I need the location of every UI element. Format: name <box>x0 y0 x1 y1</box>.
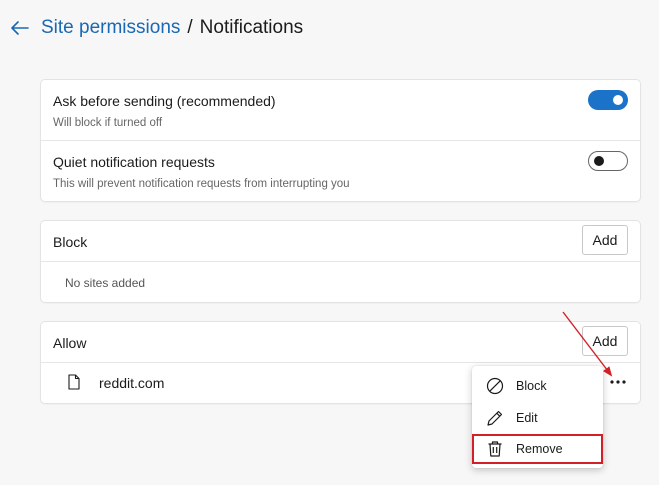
more-icon <box>610 380 626 384</box>
menu-item-label: Block <box>516 379 547 393</box>
allow-section-header: Allow Add <box>41 322 640 363</box>
more-options-button[interactable] <box>606 372 630 392</box>
block-icon <box>486 377 504 395</box>
breadcrumb: Site permissions / Notifications <box>41 17 303 39</box>
page-title: Notifications <box>199 17 304 38</box>
block-section-header: Block Add <box>41 221 640 262</box>
block-add-button[interactable]: Add <box>582 225 628 255</box>
menu-item-block[interactable]: Block <box>472 371 603 401</box>
back-arrow-icon[interactable] <box>10 18 30 38</box>
pencil-icon <box>486 409 504 427</box>
file-icon <box>68 374 80 390</box>
setting-title: Quiet notification requests <box>53 154 215 170</box>
notification-settings-card: Ask before sending (recommended) Will bl… <box>41 80 640 201</box>
site-context-menu: Block Edit Remove <box>472 366 603 468</box>
breadcrumb-site-permissions-link[interactable]: Site permissions <box>41 17 180 39</box>
allow-add-button[interactable]: Add <box>582 326 628 356</box>
setting-title: Ask before sending (recommended) <box>53 93 276 109</box>
ask-before-sending-toggle[interactable] <box>588 90 628 110</box>
block-section-title: Block <box>53 234 88 250</box>
block-empty-text: No sites added <box>65 276 146 290</box>
quiet-requests-toggle[interactable] <box>588 151 628 171</box>
setting-description: Will block if turned off <box>53 117 163 129</box>
setting-ask-before-sending: Ask before sending (recommended) Will bl… <box>41 80 640 141</box>
menu-item-edit[interactable]: Edit <box>472 403 603 433</box>
menu-item-remove[interactable]: Remove <box>472 434 603 464</box>
breadcrumb-separator: / <box>187 17 193 38</box>
site-name: reddit.com <box>99 375 165 391</box>
block-section: Block Add No sites added <box>41 221 640 302</box>
allow-section-title: Allow <box>53 335 87 351</box>
toggle-knob <box>613 95 623 105</box>
menu-item-label: Edit <box>516 411 538 425</box>
menu-item-label: Remove <box>516 442 563 456</box>
trash-icon <box>486 440 504 458</box>
setting-quiet-requests: Quiet notification requests This will pr… <box>41 141 640 201</box>
toggle-knob <box>594 156 604 166</box>
setting-description: This will prevent notification requests … <box>53 178 350 190</box>
page-header: Site permissions / Notifications <box>10 14 303 42</box>
